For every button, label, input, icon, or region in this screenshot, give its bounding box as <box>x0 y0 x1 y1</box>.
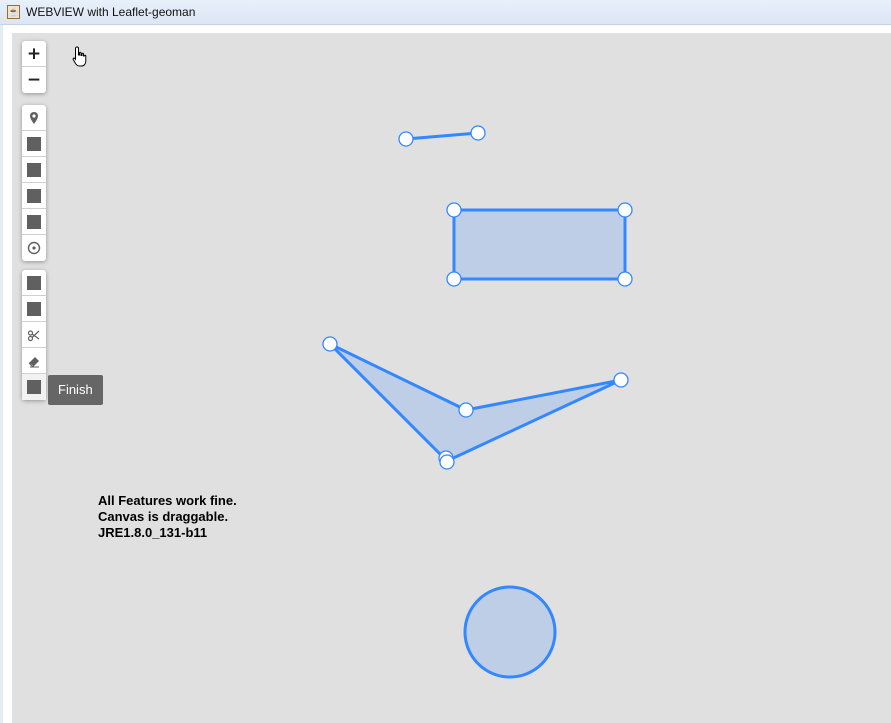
drag-layers-button[interactable] <box>22 296 46 322</box>
window-title: WEBVIEW with Leaflet-geoman <box>26 5 196 19</box>
marker-icon <box>30 111 38 124</box>
drawn-rectangle[interactable] <box>452 208 627 281</box>
info-line: JRE1.8.0_131-b11 <box>98 525 208 540</box>
cut-layers-button[interactable] <box>22 322 46 348</box>
drawn-circle[interactable] <box>463 585 557 679</box>
map-canvas[interactable]: + − Finish All Features work fine. Canva… <box>12 33 891 723</box>
zoom-in-button[interactable]: + <box>22 41 46 67</box>
finish-button[interactable]: Finish <box>48 375 103 405</box>
java-cup-icon: ☕ <box>7 5 20 19</box>
info-line: Canvas is draggable. <box>98 509 229 524</box>
drag-icon <box>27 301 41 316</box>
vertex-handle[interactable] <box>613 372 629 388</box>
draw-marker-button[interactable] <box>22 105 46 131</box>
window-left-edge <box>0 25 3 723</box>
draw-circle-button[interactable] <box>22 209 46 235</box>
zoom-control: + − <box>22 41 46 93</box>
rotate-layers-button[interactable] <box>22 374 46 400</box>
draw-rectangle-button[interactable] <box>22 157 46 183</box>
rotate-icon <box>27 380 41 394</box>
polygon-icon <box>27 188 41 203</box>
drawn-polyline[interactable] <box>404 131 480 141</box>
drawn-polygon[interactable] <box>328 342 623 463</box>
circle-icon <box>27 214 41 229</box>
vertex-handle[interactable] <box>322 336 338 352</box>
draw-toolbar <box>22 105 46 261</box>
info-line: All Features work fine. <box>98 493 237 508</box>
vertex-handle[interactable] <box>398 131 414 147</box>
map-shapes-layer[interactable] <box>12 33 891 723</box>
hand-cursor-icon <box>72 46 87 67</box>
edit-toolbar <box>22 270 46 400</box>
vertex-handle[interactable] <box>439 454 455 470</box>
edit-icon <box>27 275 41 290</box>
vertex-handle[interactable] <box>470 125 486 141</box>
remove-layers-button[interactable] <box>22 348 46 374</box>
vertex-handle[interactable] <box>446 271 462 287</box>
draw-polyline-button[interactable] <box>22 131 46 157</box>
circle-marker-icon <box>27 241 41 255</box>
vertex-handle[interactable] <box>446 202 462 218</box>
rectangle-icon <box>27 162 41 177</box>
window-inner-border <box>3 25 891 33</box>
window-title-bar[interactable]: ☕ WEBVIEW with Leaflet-geoman <box>0 0 891 25</box>
vertex-handle[interactable] <box>617 271 633 287</box>
vertex-handle[interactable] <box>617 202 633 218</box>
polyline-icon <box>27 136 41 151</box>
vertex-handle[interactable] <box>458 402 474 418</box>
eraser-icon <box>28 356 39 367</box>
zoom-out-button[interactable]: − <box>22 67 46 93</box>
scissors-icon <box>27 329 40 341</box>
info-text: All Features work fine. Canvas is dragga… <box>98 493 237 541</box>
edit-layers-button[interactable] <box>22 270 46 296</box>
draw-polygon-button[interactable] <box>22 183 46 209</box>
draw-circle-marker-button[interactable] <box>22 235 46 261</box>
